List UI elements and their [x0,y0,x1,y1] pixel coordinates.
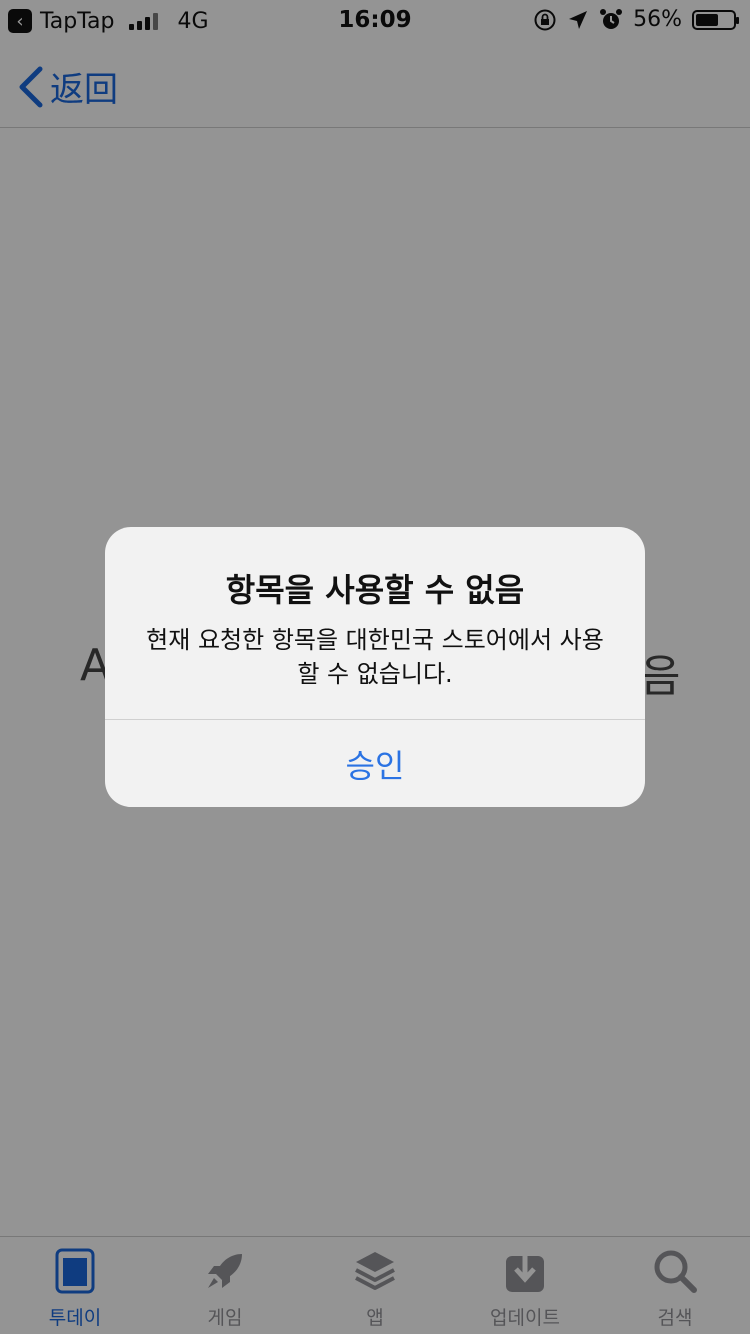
alert-dialog: 항목을 사용할 수 없음 현재 요청한 항목을 대한민국 스토어에서 사용 할 … [105,527,645,807]
alert-title: 항목을 사용할 수 없음 [225,571,525,609]
alert-message-line-1: 현재 요청한 항목을 대한민국 스토어에서 사용 [146,626,604,654]
alert-message: 현재 요청한 항목을 대한민국 스토어에서 사용 할 수 없습니다. [141,623,609,691]
approve-button[interactable]: 승인 [105,720,645,807]
alert-message-line-2: 할 수 없습니다. [297,660,453,688]
